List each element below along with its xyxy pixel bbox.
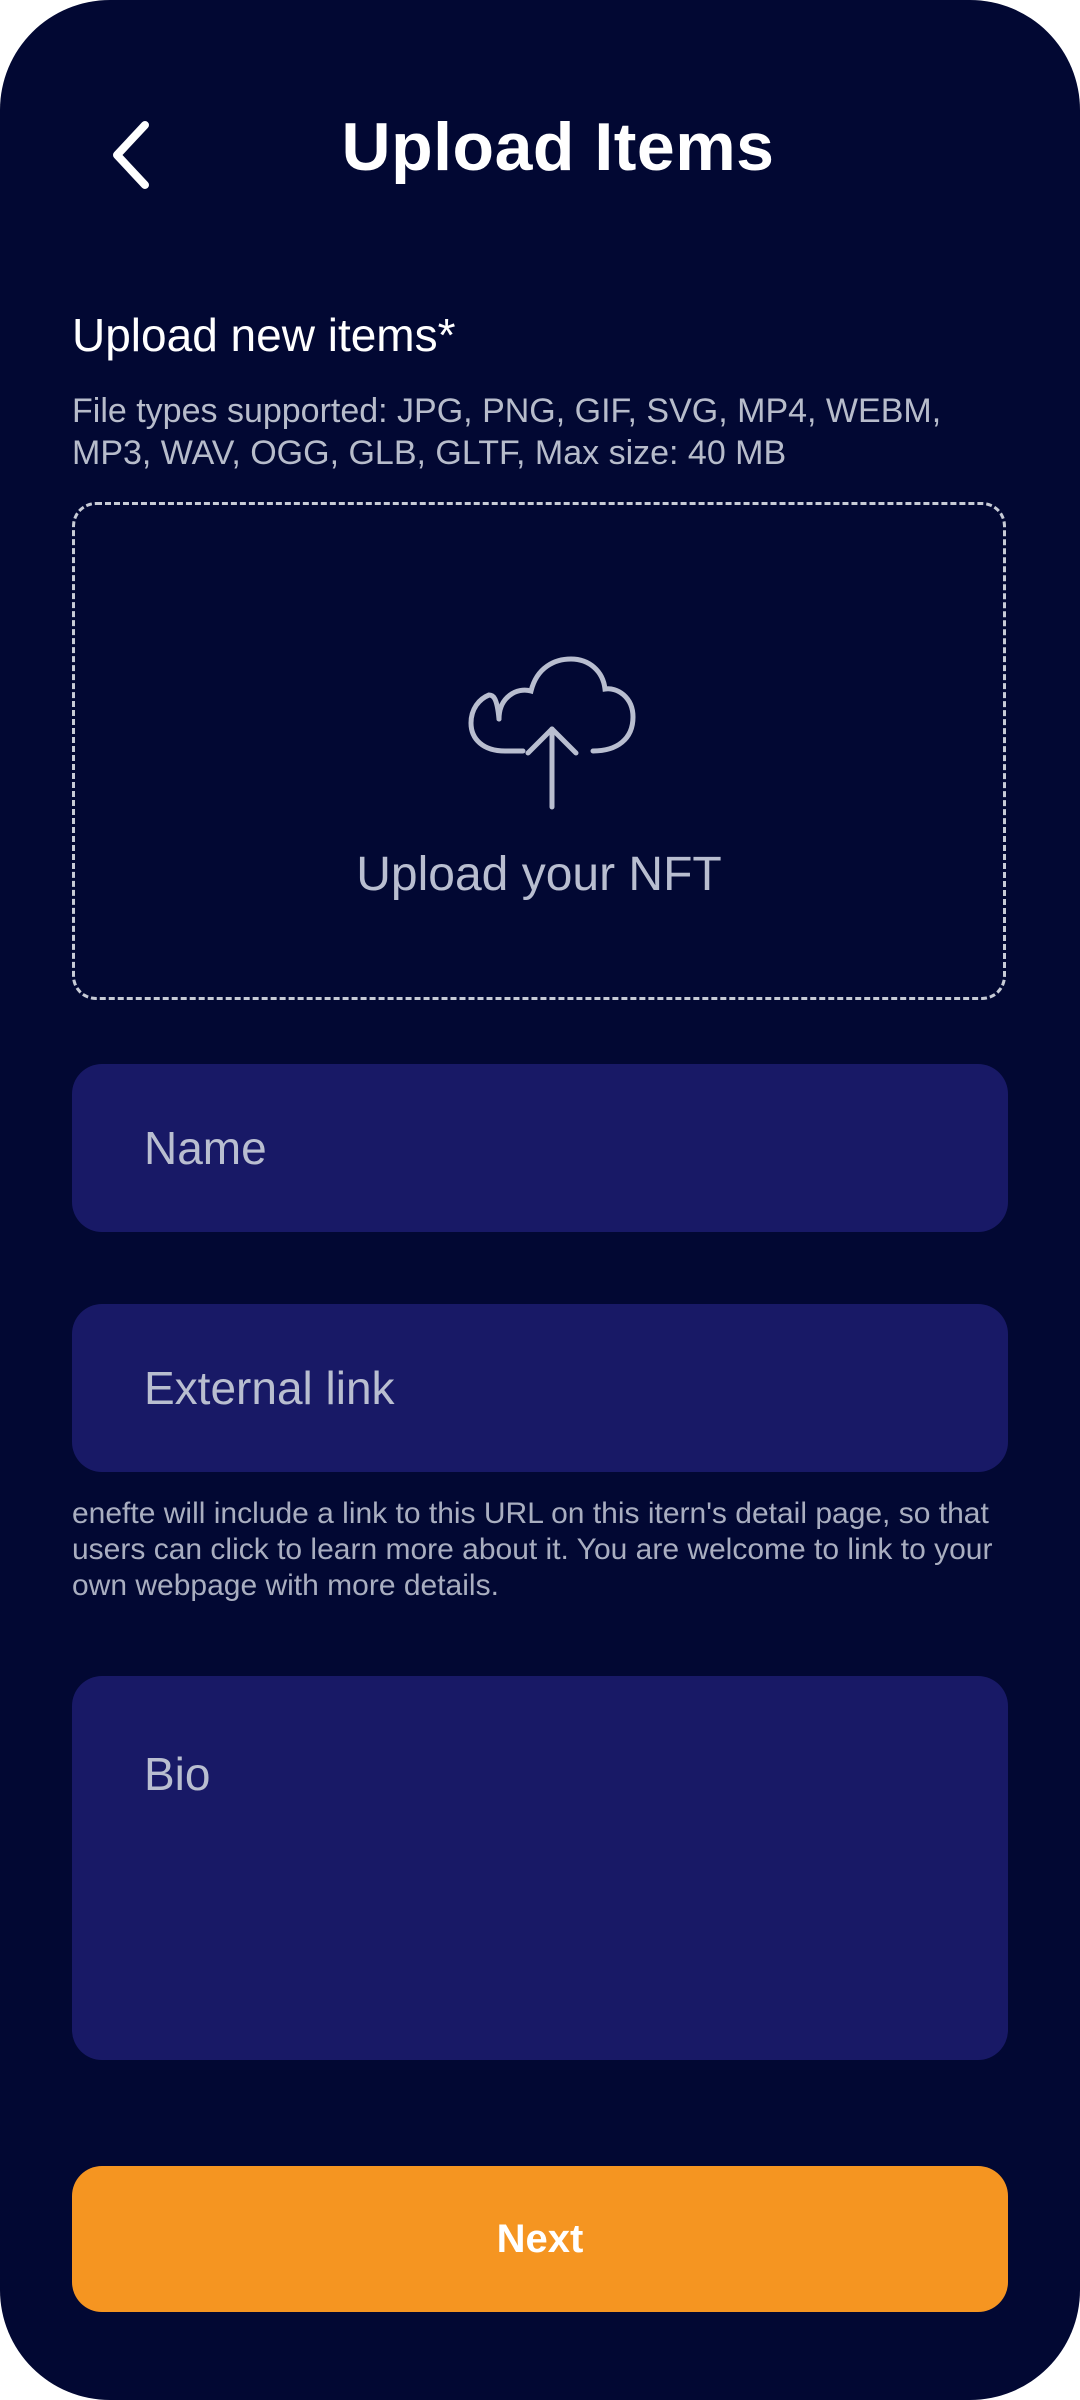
supported-file-types: File types supported: JPG, PNG, GIF, SVG… bbox=[72, 392, 942, 472]
upload-section-title: Upload new items* bbox=[72, 309, 456, 361]
next-button[interactable]: Next bbox=[72, 2166, 1008, 2312]
page-title: Upload Items bbox=[341, 109, 775, 185]
bio-textarea[interactable] bbox=[72, 1676, 1008, 2060]
dropzone-label: Upload your NFT bbox=[356, 848, 722, 901]
external-link-helper-text: enefte will include a link to this URL o… bbox=[72, 1497, 993, 1602]
external-link-input[interactable] bbox=[72, 1304, 1008, 1472]
upload-dropzone[interactable]: Upload your NFT bbox=[72, 502, 1006, 1000]
name-input[interactable] bbox=[72, 1064, 1008, 1232]
upload-items-screen: Upload Items Upload new items* File type… bbox=[0, 0, 1080, 2400]
cloud-upload-icon bbox=[468, 656, 636, 810]
